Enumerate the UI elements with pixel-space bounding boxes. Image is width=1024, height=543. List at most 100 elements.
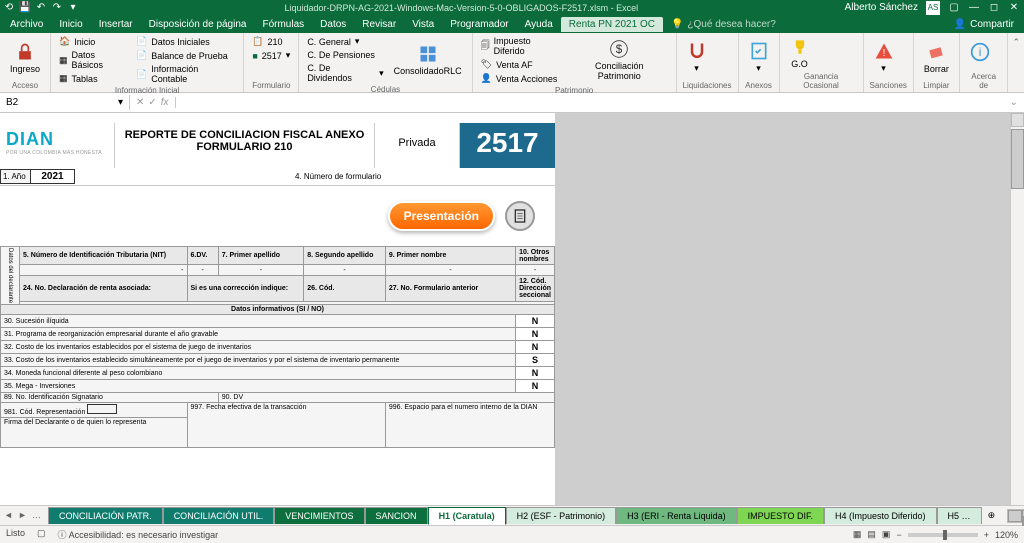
sheet-tab[interactable]: H4 (Impuesto Diferido) [824, 507, 937, 524]
add-sheet-button[interactable]: ⊕ [982, 508, 1002, 523]
impuesto-diferido-button[interactable]: 🗐Impuesto Diferido [479, 35, 565, 57]
accessibility-status[interactable]: ⓘ Accesibilidad: es necesario investigar [58, 528, 219, 541]
vertical-scrollbar[interactable] [1010, 113, 1024, 505]
horizontal-scrollbar[interactable] [1007, 509, 1024, 523]
ribbon-options-icon[interactable]: ▢ [948, 2, 960, 14]
scroll-up-icon[interactable] [1011, 113, 1024, 127]
menu-datos[interactable]: Datos [312, 17, 354, 32]
venta-af-button[interactable]: 🏷Venta AF [479, 58, 565, 71]
save-icon[interactable]: 💾 [20, 3, 30, 13]
menu-disposicion[interactable]: Disposición de página [141, 17, 255, 32]
house-icon: 🏠 [59, 36, 70, 47]
datos-iniciales-button[interactable]: 📄Datos Iniciales [134, 35, 237, 48]
conciliacion-patrimonio-button[interactable]: $ Conciliación Patrimonio [569, 35, 670, 85]
liquidaciones-button[interactable]: ▾ [683, 35, 711, 80]
sheet-tab[interactable]: H2 (ESF - Patrimonio) [506, 507, 617, 524]
sheet-tab[interactable]: H5 … [937, 507, 982, 524]
anexos-button[interactable]: ▾ [745, 35, 773, 80]
menu-vista[interactable]: Vista [404, 17, 442, 32]
zoom-slider[interactable] [908, 533, 978, 537]
menu-revisar[interactable]: Revisar [354, 17, 404, 32]
consolidado-button[interactable]: ConsolidadoRLC [390, 35, 466, 84]
menu-programador[interactable]: Programador [442, 17, 516, 32]
go-button[interactable]: G.O [786, 35, 814, 71]
menu-formulas[interactable]: Fórmulas [254, 17, 312, 32]
svg-text:!: ! [882, 48, 885, 59]
ingreso-button[interactable]: Ingreso [6, 35, 44, 80]
sheet-tab-active[interactable]: H1 (Caratula) [428, 507, 506, 525]
qat-dropdown-icon[interactable]: ▾ [68, 3, 78, 13]
num-form-label: 4. Número de formulario [295, 172, 381, 181]
zoom-level[interactable]: 120% [995, 530, 1018, 540]
fx-icon[interactable]: fx [161, 97, 169, 108]
menu-ayuda[interactable]: Ayuda [517, 17, 561, 32]
info-contable-button[interactable]: 📄Información Contable [134, 63, 237, 85]
view-normal-icon[interactable]: ▦ [853, 529, 862, 540]
tell-me[interactable]: 💡 ¿Qué desea hacer? [663, 17, 784, 32]
share-button[interactable]: 👤 Compartir [946, 17, 1022, 32]
view-break-icon[interactable]: ▣ [882, 529, 891, 540]
sheet-tab[interactable]: SANCION [365, 507, 428, 524]
ribbon-group-acceso: Ingreso Acceso [0, 33, 51, 92]
borrar-button[interactable]: Borrar [920, 35, 953, 80]
expand-formula-icon[interactable]: ⌄ [1004, 97, 1024, 108]
inicio-button[interactable]: 🏠Inicio [57, 35, 130, 48]
tab-first-icon[interactable]: ◄ [4, 510, 16, 522]
sanciones-button[interactable]: ! ▾ [870, 35, 898, 80]
tablas-button[interactable]: ▦Tablas [57, 72, 130, 85]
tab-more-icon[interactable]: … [32, 510, 44, 522]
sheet-tab[interactable]: H3 (ERI - Renta Liquida) [616, 507, 737, 524]
eraser-icon [926, 42, 946, 62]
accessibility-icon: ⓘ [58, 530, 67, 540]
cdividendos-button[interactable]: C. De Dividendos▾ [305, 62, 385, 84]
macro-icon[interactable]: ▢ [37, 528, 46, 541]
chevron-down-icon: ▾ [379, 68, 384, 79]
undo-icon[interactable]: ↶ [36, 3, 46, 13]
name-box[interactable]: B2 ▾ [0, 95, 130, 110]
sheet-tab[interactable]: CONCILIACIÓN UTIL. [163, 507, 275, 524]
user-avatar[interactable]: AS [926, 1, 940, 15]
user-name[interactable]: Alberto Sánchez [845, 2, 918, 13]
venta-acciones-button[interactable]: 👤Venta Acciones [479, 72, 565, 85]
balance-prueba-button[interactable]: 📄Balance de Prueba [134, 49, 237, 62]
maximize-icon[interactable]: ◻ [988, 2, 1000, 14]
vscroll-thumb[interactable] [1011, 129, 1024, 189]
tab-prev-icon[interactable]: ► [18, 510, 30, 522]
scroll-left-icon[interactable] [1008, 510, 1022, 522]
menu-renta-pn[interactable]: Renta PN 2021 OC [561, 17, 663, 32]
formula-input[interactable] [176, 93, 1004, 112]
cancel-icon[interactable]: ✕ [136, 97, 144, 108]
sheet-tab[interactable]: IMPUESTO DIF. [737, 507, 824, 524]
r2517-button[interactable]: ■2517▾ [250, 49, 292, 62]
collapse-ribbon-icon[interactable]: ⌃ [1012, 37, 1020, 47]
zoom-in-icon[interactable]: + [984, 530, 989, 540]
sheet-empty-area [555, 113, 1024, 505]
view-page-icon[interactable]: ▤ [867, 529, 876, 540]
presentacion-button[interactable]: Presentación [388, 201, 495, 231]
minimize-icon[interactable]: — [968, 2, 980, 14]
menu-archivo[interactable]: Archivo [2, 17, 51, 32]
zoom-out-icon[interactable]: − [896, 530, 901, 540]
cgeneral-button[interactable]: C. General▾ [305, 35, 385, 48]
r210-button[interactable]: 📋210 [250, 35, 292, 48]
cpensiones-button[interactable]: C. De Pensiones [305, 49, 385, 61]
form-number-badge: 2517 [460, 123, 555, 168]
sheet-tab[interactable]: CONCILIACIÓN PATR. [48, 507, 163, 524]
menu-inicio[interactable]: Inicio [51, 17, 90, 32]
sheet-tab[interactable]: VENCIMIENTOS [274, 507, 364, 524]
confirm-icon[interactable]: ✓ [148, 97, 156, 108]
redo-icon[interactable]: ↷ [52, 3, 62, 13]
group-label-anexos: Anexos [745, 80, 773, 90]
autosave-icon[interactable]: ⟲ [4, 3, 14, 13]
status-bar: Listo ▢ ⓘ Accesibilidad: es necesario in… [0, 525, 1024, 543]
chevron-down-icon: ▾ [355, 36, 360, 47]
form-icon: 📋 [252, 36, 263, 47]
menu-insertar[interactable]: Insertar [91, 17, 141, 32]
acerca-button[interactable]: i [966, 35, 994, 71]
datos-basicos-button[interactable]: ▦Datos Básicos [57, 49, 130, 71]
document-round-button[interactable] [505, 201, 535, 231]
group-label-limpiar: Limpiar [920, 80, 953, 90]
worksheet[interactable]: DIAN POR UNA COLOMBIA MÁS HONESTA REPORT… [0, 113, 555, 505]
close-icon[interactable]: ✕ [1008, 2, 1020, 14]
titlebar: ⟲ 💾 ↶ ↷ ▾ Liquidador-DRPN-AG-2021-Window… [0, 0, 1024, 15]
